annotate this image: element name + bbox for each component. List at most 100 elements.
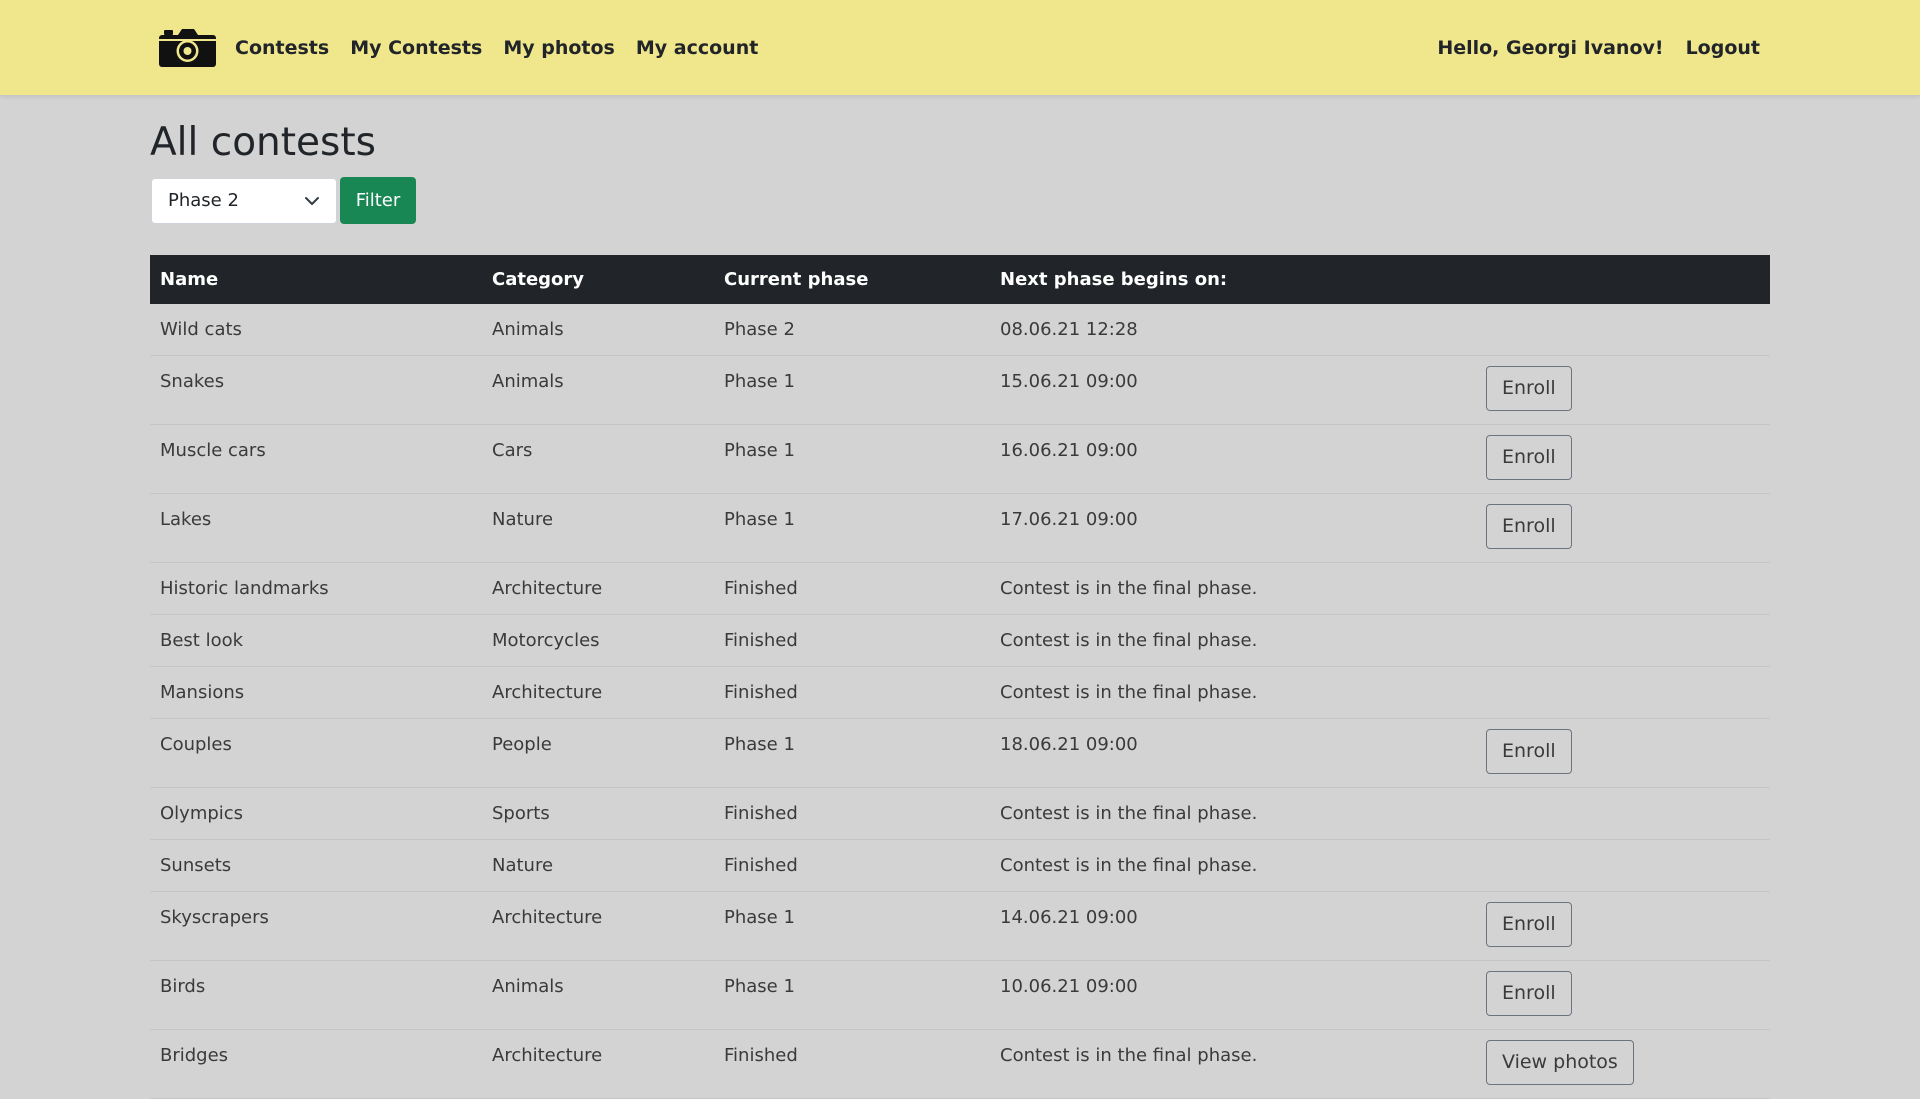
cell-current-phase: Phase 1 [714, 960, 990, 1030]
cell-name: Birds [150, 960, 482, 1030]
nav-link-my-account[interactable]: My account [636, 37, 758, 59]
header-category: Category [482, 255, 714, 304]
table-row: Bridges Architecture Finished Contest is in… [150, 1029, 1770, 1099]
cell-name: Snakes [150, 355, 482, 425]
table-row: Best look Motorcycles Finished Contest is i… [150, 614, 1770, 667]
cell-name: Wild cats [150, 304, 482, 356]
table-row: Sunsets Nature Finished Contest is in the f… [150, 839, 1770, 892]
cell-current-phase: Finished [714, 839, 990, 892]
cell-category: People [482, 718, 714, 788]
table-row: Mansions Architecture Finished Contest is i… [150, 666, 1770, 719]
cell-next-phase: 18.06.21 09:00 [990, 718, 1476, 788]
cell-category: Nature [482, 493, 714, 563]
cell-name: Best look [150, 614, 482, 667]
cell-next-phase: 10.06.21 09:00 [990, 960, 1476, 1030]
cell-action: Enroll [1476, 355, 1770, 425]
filter-button[interactable]: Filter [340, 177, 416, 224]
cell-action [1476, 304, 1770, 356]
nav-links: Contests My Contests My photos My accoun… [235, 0, 779, 95]
table-row: Couples People Phase 1 18.06.21 09:00 Enroll [150, 718, 1770, 788]
filter-row: Phase 2 Filter [151, 177, 416, 224]
table-row: Olympics Sports Finished Contest is in the … [150, 787, 1770, 840]
cell-next-phase: Contest is in the final phase. [990, 1029, 1476, 1099]
enroll-button[interactable]: Enroll [1486, 971, 1572, 1016]
cell-name: Lakes [150, 493, 482, 563]
nav-link-my-contests[interactable]: My Contests [350, 37, 482, 59]
cell-name: Mansions [150, 666, 482, 719]
cell-category: Architecture [482, 1029, 714, 1099]
camera-icon[interactable] [159, 27, 216, 68]
table-row: Historic landmarks Architecture Finished Co… [150, 562, 1770, 615]
cell-category: Architecture [482, 666, 714, 719]
table-row: Wild cats Animals Phase 2 08.06.21 12:28 [150, 304, 1770, 356]
cell-current-phase: Finished [714, 562, 990, 615]
header-current-phase: Current phase [714, 255, 990, 304]
cell-name: Historic landmarks [150, 562, 482, 615]
cell-current-phase: Phase 1 [714, 493, 990, 563]
enroll-button[interactable]: Enroll [1486, 435, 1572, 480]
cell-action [1476, 787, 1770, 840]
cell-next-phase: Contest is in the final phase. [990, 787, 1476, 840]
top-navbar: Contests My Contests My photos My accoun… [0, 0, 1920, 95]
cell-category: Animals [482, 960, 714, 1030]
cell-current-phase: Phase 1 [714, 718, 990, 788]
cell-category: Cars [482, 424, 714, 494]
enroll-button[interactable]: Enroll [1486, 366, 1572, 411]
cell-action [1476, 839, 1770, 892]
cell-current-phase: Finished [714, 614, 990, 667]
cell-action: View photos [1476, 1029, 1770, 1099]
cell-action [1476, 666, 1770, 719]
cell-category: Architecture [482, 562, 714, 615]
cell-action: Enroll [1476, 718, 1770, 788]
user-greeting: Hello, Georgi Ivanov! [1437, 36, 1664, 59]
cell-current-phase: Phase 1 [714, 355, 990, 425]
cell-current-phase: Phase 1 [714, 891, 990, 961]
cell-name: Muscle cars [150, 424, 482, 494]
cell-action: Enroll [1476, 493, 1770, 563]
cell-category: Nature [482, 839, 714, 892]
cell-name: Olympics [150, 787, 482, 840]
cell-next-phase: 14.06.21 09:00 [990, 891, 1476, 961]
cell-current-phase: Phase 1 [714, 424, 990, 494]
cell-next-phase: 08.06.21 12:28 [990, 304, 1476, 356]
cell-category: Animals [482, 355, 714, 425]
phase-select[interactable]: Phase 2 [151, 177, 337, 224]
table-row: Snakes Animals Phase 1 15.06.21 09:00 Enroll [150, 355, 1770, 425]
cell-action: Enroll [1476, 891, 1770, 961]
cell-category: Architecture [482, 891, 714, 961]
cell-category: Motorcycles [482, 614, 714, 667]
cell-name: Skyscrapers [150, 891, 482, 961]
page-title: All contests [150, 120, 376, 165]
header-action [1476, 255, 1770, 304]
cell-action: Enroll [1476, 960, 1770, 1030]
enroll-button[interactable]: Enroll [1486, 902, 1572, 947]
cell-next-phase: 17.06.21 09:00 [990, 493, 1476, 563]
cell-next-phase: Contest is in the final phase. [990, 562, 1476, 615]
enroll-button[interactable]: Enroll [1486, 504, 1572, 549]
phase-select-value: Phase 2 [168, 190, 239, 211]
contests-table: Name Category Current phase Next phase b… [150, 255, 1770, 1099]
cell-category: Sports [482, 787, 714, 840]
view-photos-button[interactable]: View photos [1486, 1040, 1634, 1085]
header-next-phase: Next phase begins on: [990, 255, 1476, 304]
nav-link-contests[interactable]: Contests [235, 37, 329, 59]
cell-next-phase: 16.06.21 09:00 [990, 424, 1476, 494]
chevron-down-icon [305, 196, 319, 205]
table-row: Birds Animals Phase 1 10.06.21 09:00 Enroll [150, 960, 1770, 1030]
cell-current-phase: Finished [714, 1029, 990, 1099]
cell-action [1476, 614, 1770, 667]
cell-action: Enroll [1476, 424, 1770, 494]
cell-current-phase: Phase 2 [714, 304, 990, 356]
cell-name: Sunsets [150, 839, 482, 892]
nav-link-my-photos[interactable]: My photos [503, 37, 615, 59]
cell-next-phase: Contest is in the final phase. [990, 839, 1476, 892]
table-row: Skyscrapers Architecture Phase 1 14.06.21 0… [150, 891, 1770, 961]
table-row: Lakes Nature Phase 1 17.06.21 09:00 Enroll [150, 493, 1770, 563]
cell-current-phase: Finished [714, 787, 990, 840]
cell-name: Bridges [150, 1029, 482, 1099]
enroll-button[interactable]: Enroll [1486, 729, 1572, 774]
table-header-row: Name Category Current phase Next phase b… [150, 255, 1770, 304]
cell-action [1476, 562, 1770, 615]
nav-user-area: Hello, Georgi Ivanov! Logout [1437, 0, 1760, 95]
logout-link[interactable]: Logout [1686, 37, 1760, 59]
